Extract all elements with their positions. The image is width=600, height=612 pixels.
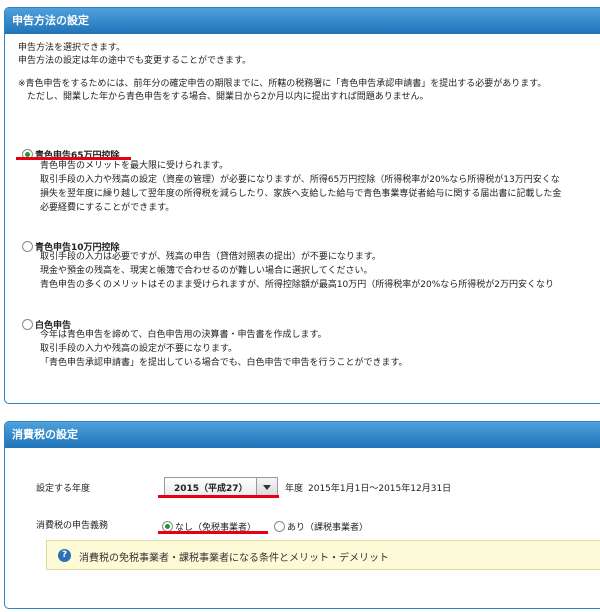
intro-line: 申告方法の設定は年の途中でも変更することができます。 — [18, 56, 252, 66]
description-line: 取引手段の入力や残高の設定が不要になります。 — [40, 344, 238, 354]
note-line: ただし、開業した年から青色申告をする場合、開業日から2か月以内に提出すれば問題あ… — [18, 92, 429, 102]
radio-white[interactable] — [22, 319, 33, 330]
highlight-underline — [158, 495, 279, 498]
chevron-down-icon[interactable] — [256, 478, 277, 495]
description-line: 現金や預金の残高を、現実と帳簿で合わせるのが難しい場合に選択してください。 — [40, 266, 373, 276]
description-line: 今年は青色申告を諦めて、白色申告用の決算書・申告書を作成します。 — [40, 330, 327, 340]
description-line: 青色申告の多くのメリットはそのまま受けられますが、所得控除額が最高10万円（所得… — [40, 280, 555, 290]
year-range: 2015年1月1日〜2015年12月31日 — [308, 484, 452, 494]
question-icon: ? — [58, 549, 71, 562]
description-line: 「青色申告承認申請書」を提出している場合でも、白色申告で申告を行うことができます… — [40, 358, 408, 368]
tax-info-link-box[interactable]: ? 消費税の免税事業者・課税事業者になる条件とメリット・デメリット — [46, 540, 600, 570]
tax-duty-label: 消費税の申告義務 — [36, 521, 109, 531]
radio-blue-10[interactable] — [22, 241, 33, 252]
description-line: 取引手段の入力は必要ですが、残高の申告（貸借対照表の提出）が不要になります。 — [40, 252, 381, 262]
duty-option-taxable-label[interactable]: あり（課税事業者） — [287, 523, 368, 533]
note-text: ※青色申告をするためには、前年分の確定申告の期限までに、所轄の税務署に「青色申告… — [18, 78, 546, 104]
radio-duty-taxable[interactable] — [274, 521, 285, 532]
year-label: 設定する年度 — [36, 484, 91, 494]
year-select-value[interactable]: 2015（平成27） — [174, 481, 248, 494]
consumption-tax-header: 消費税の設定 — [5, 422, 600, 448]
duty-option-taxable[interactable]: あり（課税事業者） — [274, 516, 368, 535]
note-line: ※青色申告をするためには、前年分の確定申告の期限までに、所轄の税務署に「青色申告… — [18, 79, 547, 89]
intro-text: 申告方法を選択できます。 申告方法の設定は年の途中でも変更することができます。 — [18, 42, 251, 68]
consumption-tax-panel: 消費税の設定 設定する年度 2015（平成27） 年度 2015年1月1日〜20… — [4, 421, 600, 609]
filing-method-panel: 申告方法の設定 申告方法を選択できます。 申告方法の設定は年の途中でも変更するこ… — [4, 7, 600, 404]
highlight-underline — [158, 531, 268, 534]
year-select[interactable]: 2015（平成27） — [164, 477, 278, 496]
tax-info-link[interactable]: 消費税の免税事業者・課税事業者になる条件とメリット・デメリット — [79, 549, 389, 564]
option-blue-65-description: 青色申告のメリットを最大限に受けられます。 取引手段の入力や残高の設定（資産の管… — [40, 159, 561, 215]
description-line: 損失を翌年度に繰り越して翌年度の所得税を減らしたり、家族へ支給した給与で青色事業… — [40, 189, 562, 199]
description-line: 青色申告のメリットを最大限に受けられます。 — [40, 161, 229, 171]
option-blue-10-description: 取引手段の入力は必要ですが、残高の申告（貸借対照表の提出）が不要になります。 現… — [40, 250, 554, 292]
option-white-description: 今年は青色申告を諦めて、白色申告用の決算書・申告書を作成します。 取引手段の入力… — [40, 328, 408, 370]
description-line: 取引手段の入力や残高の設定（資産の管理）が必要になりますが、所得65万円控除（所… — [40, 175, 560, 185]
description-line: 必要経費にすることができます。 — [40, 203, 175, 213]
filing-method-header: 申告方法の設定 — [5, 8, 600, 34]
year-suffix: 年度 — [285, 484, 304, 494]
intro-line: 申告方法を選択できます。 — [18, 43, 126, 53]
